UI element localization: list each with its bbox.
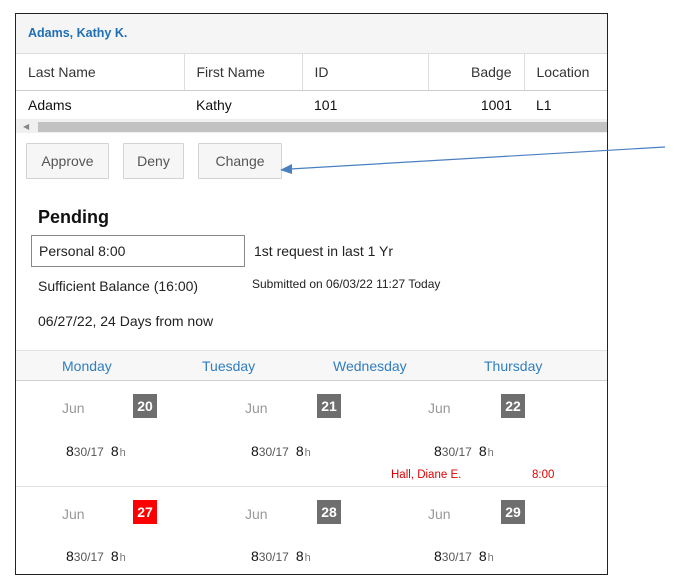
days-from-now: 06/27/22, 24 Days from now [38, 313, 214, 329]
date-badge[interactable]: 22 [501, 394, 525, 418]
schedule-entry[interactable]: 830/17 8h [434, 443, 494, 459]
absence-employee-name[interactable]: Hall, Diane E. [391, 469, 461, 481]
schedule-entry[interactable]: 830/17 8h [434, 548, 494, 564]
month-label: Jun [245, 400, 268, 416]
scroll-left-arrow-icon[interactable]: ◀ [23, 123, 29, 131]
cell-id: 101 [314, 96, 338, 113]
request-type-field[interactable]: Personal 8:00 [31, 235, 245, 267]
balance-info: Sufficient Balance (16:00) [38, 278, 199, 294]
day-name-tuesday: Tuesday [202, 358, 256, 374]
request-count-info: 1st request in last 1 Yr [254, 243, 394, 259]
day-name-monday: Monday [62, 358, 112, 374]
schedule-entry[interactable]: 830/17 8h [251, 443, 311, 459]
employee-header: Adams, Kathy K. [16, 14, 607, 54]
date-badge[interactable]: 29 [501, 500, 525, 524]
date-badge-selected[interactable]: 27 [133, 500, 157, 524]
column-header-last-name[interactable]: Last Name [16, 54, 184, 91]
cell-last-name: Adams [28, 96, 72, 113]
employee-grid: Last Name First Name ID Badge Location A… [16, 54, 607, 119]
column-header-first-name[interactable]: First Name [183, 54, 302, 91]
calendar-week: Jun 20 830/17 8h Jun 21 830/17 8h Jun 22 8… [16, 381, 607, 487]
horizontal-scrollbar[interactable]: ◀ [16, 119, 607, 133]
request-panel: Adams, Kathy K. Last Name First Name ID … [15, 13, 608, 575]
column-header-id[interactable]: ID [301, 54, 428, 91]
schedule-entry[interactable]: 830/17 8h [66, 443, 126, 459]
absence-time: 8:00 [532, 469, 555, 481]
calendar-day-header: Monday Tuesday Wednesday Thursday [16, 350, 607, 381]
submitted-info: Submitted on 06/03/22 11:27 Today [252, 277, 441, 291]
day-name-thursday: Thursday [484, 358, 543, 374]
calendar-week: Jun 27 830/17 8h Jun 28 830/17 8h Jun 29 8… [16, 488, 607, 574]
approve-button[interactable]: Approve [26, 143, 109, 179]
cell-first-name: Kathy [196, 96, 232, 113]
column-header-location[interactable]: Location [523, 54, 607, 91]
month-label: Jun [62, 506, 85, 522]
scrollbar-thumb[interactable] [38, 122, 607, 132]
day-name-wednesday: Wednesday [333, 358, 407, 374]
deny-button[interactable]: Deny [123, 143, 184, 179]
month-label: Jun [428, 400, 451, 416]
month-label: Jun [245, 506, 268, 522]
cell-badge: 1001 [480, 96, 512, 113]
change-button[interactable]: Change [198, 143, 282, 179]
date-badge[interactable]: 28 [317, 500, 341, 524]
table-row[interactable]: Adams Kathy 101 1001 L1 [16, 90, 607, 119]
date-badge[interactable]: 20 [133, 394, 157, 418]
month-label: Jun [428, 506, 451, 522]
schedule-entry[interactable]: 830/17 8h [66, 548, 126, 564]
month-label: Jun [62, 400, 85, 416]
date-badge[interactable]: 21 [317, 394, 341, 418]
grid-header-row: Last Name First Name ID Badge Location [16, 54, 607, 91]
cell-location: L1 [536, 96, 552, 113]
employee-name[interactable]: Adams, Kathy K. [28, 26, 127, 40]
schedule-entry[interactable]: 830/17 8h [251, 548, 311, 564]
status-title: Pending [38, 207, 109, 227]
column-header-badge[interactable]: Badge [427, 54, 524, 91]
